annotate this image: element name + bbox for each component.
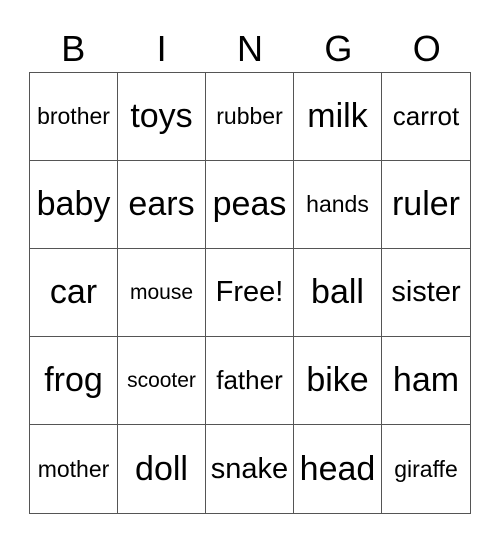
bingo-cell: doll [118,425,206,513]
bingo-cell: bike [294,337,382,425]
bingo-cell: sister [382,249,470,337]
header-letter-i: I [156,28,167,69]
bingo-cell: ruler [382,161,470,249]
bingo-cell: head [294,425,382,513]
bingo-cell: baby [30,161,118,249]
bingo-cell: hands [294,161,382,249]
bingo-cell: car [30,249,118,337]
bingo-cell: mouse [118,249,206,337]
bingo-cell: scooter [118,337,206,425]
bingo-cell: snake [206,425,294,513]
bingo-cell: toys [118,73,206,161]
bingo-cell: peas [206,161,294,249]
bingo-header: B I N G O [29,26,471,72]
bingo-cell: ball [294,249,382,337]
header-letter-n: N [236,28,263,69]
bingo-cell: ears [118,161,206,249]
bingo-cell: ham [382,337,470,425]
header-letter-g: G [324,28,353,69]
bingo-grid: brother toys rubber milk carrot baby ear… [29,72,471,514]
bingo-cell: mother [30,425,118,513]
header-letter-o: O [412,28,441,69]
bingo-cell: rubber [206,73,294,161]
bingo-cell: giraffe [394,455,458,482]
bingo-cell: father [206,337,294,425]
header-letter-b: B [61,28,86,69]
bingo-cell: carrot [382,73,470,161]
bingo-cell: frog [30,337,118,425]
bingo-cell: brother [30,73,118,161]
bingo-cell: milk [294,73,382,161]
free-space-cell: Free! [206,249,294,337]
